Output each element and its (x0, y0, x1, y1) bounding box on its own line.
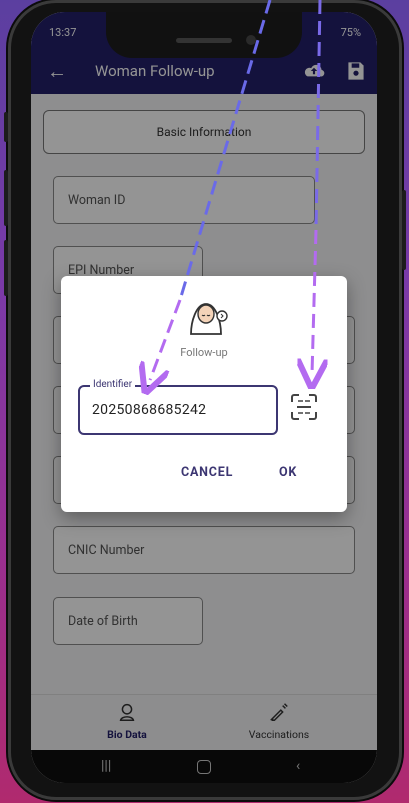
camera-notch (106, 12, 302, 58)
side-button (4, 112, 8, 142)
dialog-caption: Follow-up (180, 346, 228, 359)
side-button (4, 170, 8, 226)
speaker-grille (176, 38, 232, 43)
ok-button[interactable]: OK (279, 465, 297, 480)
side-button (4, 240, 8, 296)
cancel-button[interactable]: CANCEL (181, 465, 233, 480)
follow-up-dialog: Follow-up Identifier 20250868685242 CANC… (61, 276, 347, 512)
identifier-input[interactable]: Identifier 20250868685242 (78, 379, 278, 435)
identifier-value: 20250868685242 (92, 402, 207, 418)
side-button (402, 190, 406, 270)
phone-screen: 13:37 75% ← Woman Follow-up Basic Inform… (31, 12, 377, 783)
identifier-label: Identifier (90, 379, 136, 390)
scan-icon[interactable] (290, 393, 318, 421)
camera-icon (246, 35, 256, 45)
woman-avatar-icon (190, 303, 228, 335)
